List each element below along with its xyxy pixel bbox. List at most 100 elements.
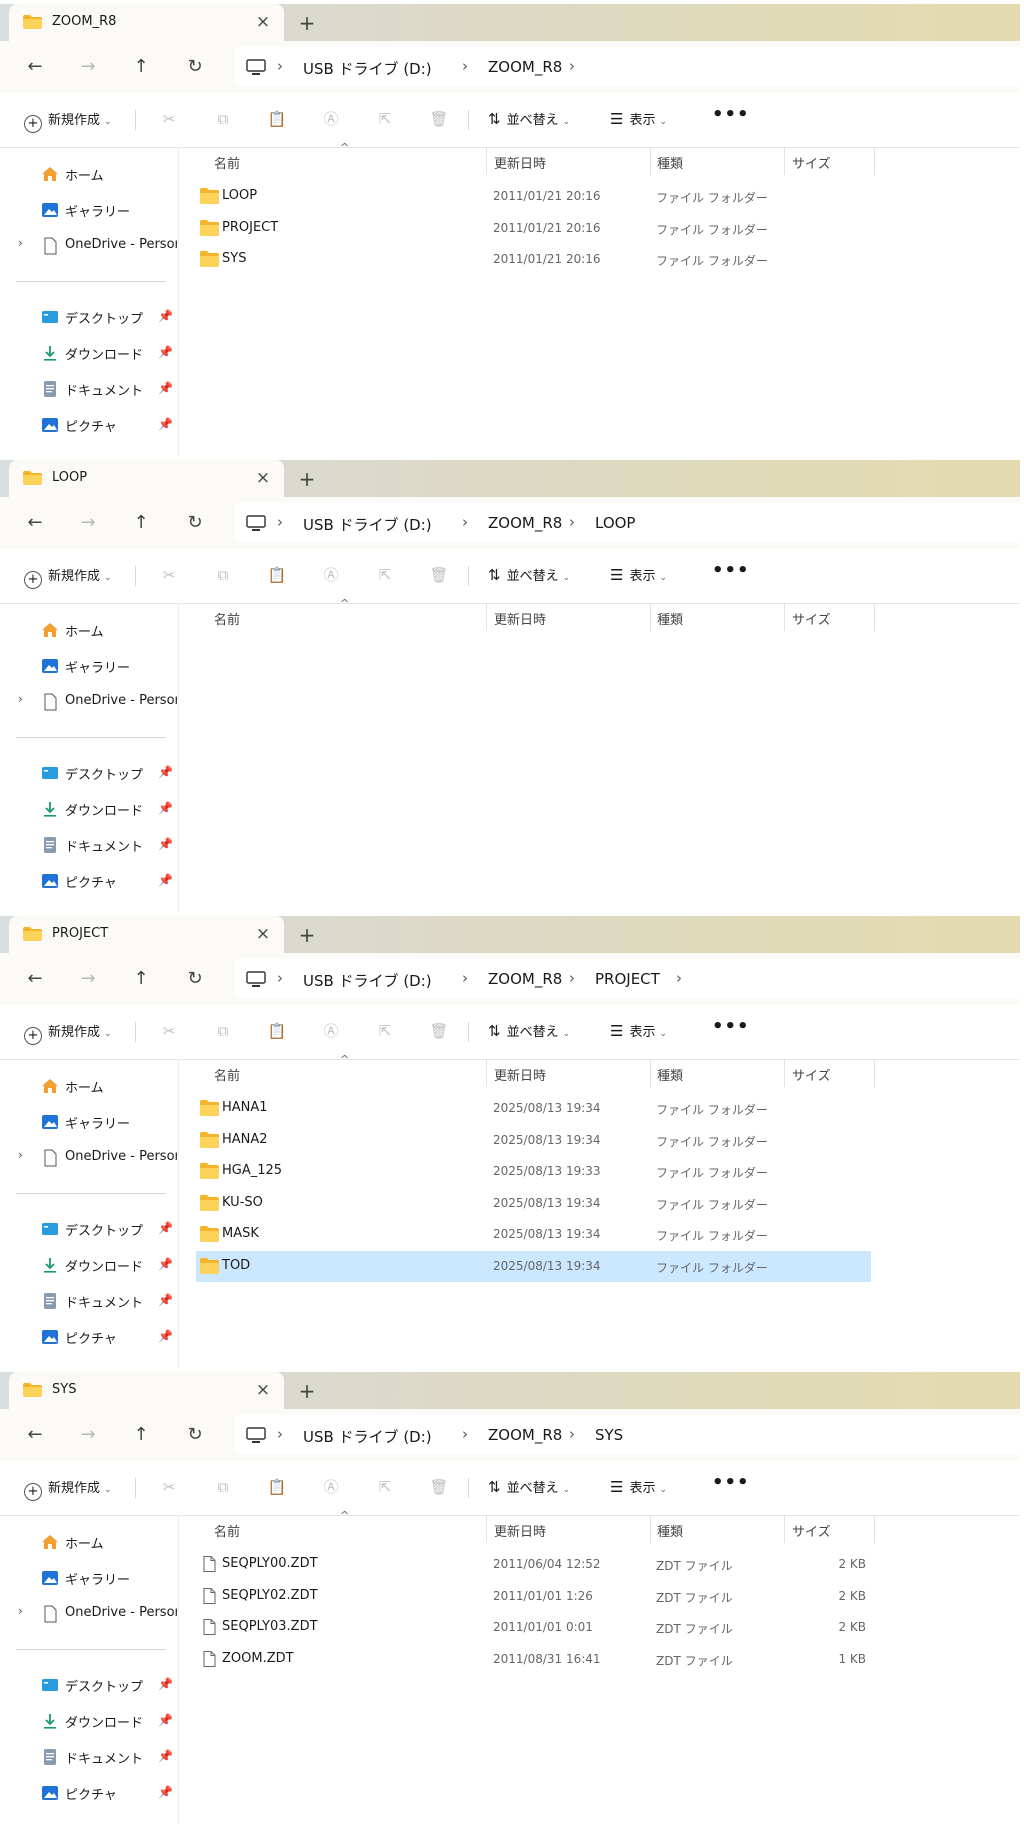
nav-item-desktop[interactable]: デスクトップ 📌 (0, 302, 178, 332)
delete-icon[interactable]: 🗑 (428, 1476, 450, 1498)
nav-item-pictures[interactable]: ピクチャ 📌 (0, 1322, 178, 1352)
new-tab-button[interactable]: + (295, 923, 319, 947)
new-tab-button[interactable]: + (295, 1379, 319, 1403)
column-divider[interactable] (486, 1059, 487, 1087)
pin-icon[interactable]: 📌 (158, 1329, 173, 1343)
cut-icon[interactable]: ✂ (158, 1020, 180, 1042)
new-button[interactable]: + 新規作成 ⌄ (24, 565, 112, 589)
pin-icon[interactable]: 📌 (158, 1677, 173, 1691)
chevron-right-icon[interactable]: › (462, 1425, 468, 1443)
copy-icon[interactable]: ⧉ (212, 564, 234, 586)
nav-item-home[interactable]: ホーム (0, 615, 178, 645)
pin-icon[interactable]: 📌 (158, 837, 173, 851)
pin-icon[interactable]: 📌 (158, 1257, 173, 1271)
nav-item-downloads[interactable]: ダウンロード 📌 (0, 794, 178, 824)
sort-button[interactable]: ⇅ 並べ替え ⌄ (488, 109, 570, 128)
tab-active[interactable]: SYS × (9, 1372, 284, 1409)
paste-icon[interactable]: 📋 (266, 108, 288, 130)
nav-item-documents[interactable]: ドキュメント 📌 (0, 1742, 178, 1772)
column-size[interactable]: サイズ (792, 153, 831, 172)
pin-icon[interactable]: 📌 (158, 417, 173, 431)
list-item[interactable]: SEQPLY03.ZDT 2011/01/01 0:01 ZDT ファイル 2 KB (196, 1612, 871, 1643)
back-arrow-icon[interactable]: ← (22, 54, 48, 80)
nav-item-documents[interactable]: ドキュメント 📌 (0, 1286, 178, 1316)
column-date[interactable]: 更新日時 (494, 153, 546, 172)
nav-item-desktop[interactable]: デスクトップ 📌 (0, 1214, 178, 1244)
back-arrow-icon[interactable]: ← (22, 1422, 48, 1448)
breadcrumb-item[interactable]: ZOOM_R8 (488, 970, 562, 988)
nav-item-pictures[interactable]: ピクチャ 📌 (0, 1778, 178, 1808)
list-item[interactable]: PROJECT 2011/01/21 20:16 ファイル フォルダー (196, 213, 871, 244)
forward-arrow-icon[interactable]: → (75, 1422, 101, 1448)
column-divider[interactable] (874, 1515, 875, 1543)
pin-icon[interactable]: 📌 (158, 381, 173, 395)
address-bar[interactable]: › USB ドライブ (D:) › ZOOM_R8 › LOOP (235, 503, 1020, 543)
list-item[interactable]: TOD 2025/08/13 19:34 ファイル フォルダー (196, 1250, 871, 1282)
breadcrumb-item[interactable]: USB ドライブ (D:) (303, 1426, 432, 1447)
pin-icon[interactable]: 📌 (158, 1293, 173, 1307)
column-name[interactable]: 名前 (214, 609, 240, 628)
view-button[interactable]: ☰ 表示 ⌄ (610, 1477, 667, 1496)
rename-icon[interactable]: Ⓐ (320, 1476, 342, 1498)
sort-button[interactable]: ⇅ 並べ替え ⌄ (488, 565, 570, 584)
address-bar[interactable]: › USB ドライブ (D:) › ZOOM_R8 › SYS (235, 1415, 1020, 1455)
close-icon[interactable]: × (252, 923, 274, 945)
column-type[interactable]: 種類 (657, 609, 683, 628)
pin-icon[interactable]: 📌 (158, 873, 173, 887)
chevron-right-icon[interactable]: › (18, 1604, 23, 1618)
tab-active[interactable]: LOOP × (9, 460, 284, 497)
breadcrumb-item[interactable]: ZOOM_R8 (488, 514, 562, 532)
more-options-icon[interactable]: ••• (712, 1016, 749, 1040)
nav-item-home[interactable]: ホーム (0, 1527, 178, 1557)
sort-button[interactable]: ⇅ 並べ替え ⌄ (488, 1477, 570, 1496)
copy-icon[interactable]: ⧉ (212, 1476, 234, 1498)
more-options-icon[interactable]: ••• (712, 1472, 749, 1496)
nav-item-gallery[interactable]: ギャラリー (0, 651, 178, 681)
share-icon[interactable]: ⇱ (374, 1476, 396, 1498)
copy-icon[interactable]: ⧉ (212, 108, 234, 130)
chevron-right-icon[interactable]: › (462, 57, 468, 75)
close-icon[interactable]: × (252, 467, 274, 489)
chevron-right-icon[interactable]: › (277, 1425, 283, 1443)
list-item[interactable]: KU-SO 2025/08/13 19:34 ファイル フォルダー (196, 1188, 871, 1219)
refresh-icon[interactable]: ↻ (182, 966, 208, 992)
nav-item-onedrive[interactable]: › OneDrive - Personal (0, 687, 178, 717)
pin-icon[interactable]: 📌 (158, 1785, 173, 1799)
column-divider[interactable] (874, 147, 875, 175)
column-divider[interactable] (486, 1515, 487, 1543)
chevron-right-icon[interactable]: › (18, 236, 23, 250)
column-size[interactable]: サイズ (792, 1065, 831, 1084)
breadcrumb-item[interactable]: USB ドライブ (D:) (303, 58, 432, 79)
list-item[interactable]: LOOP 2011/01/21 20:16 ファイル フォルダー (196, 181, 871, 212)
share-icon[interactable]: ⇱ (374, 564, 396, 586)
rename-icon[interactable]: Ⓐ (320, 1020, 342, 1042)
breadcrumb-item[interactable]: USB ドライブ (D:) (303, 970, 432, 991)
column-divider[interactable] (784, 603, 785, 631)
nav-item-gallery[interactable]: ギャラリー (0, 1563, 178, 1593)
column-size[interactable]: サイズ (792, 609, 831, 628)
column-date[interactable]: 更新日時 (494, 1521, 546, 1540)
list-item[interactable]: ZOOM.ZDT 2011/08/31 16:41 ZDT ファイル 1 KB (196, 1644, 871, 1675)
delete-icon[interactable]: 🗑 (428, 564, 450, 586)
address-bar[interactable]: › USB ドライブ (D:) › ZOOM_R8 › (235, 47, 1020, 87)
nav-item-desktop[interactable]: デスクトップ 📌 (0, 1670, 178, 1700)
share-icon[interactable]: ⇱ (374, 1020, 396, 1042)
list-item[interactable]: HGA_125 2025/08/13 19:33 ファイル フォルダー (196, 1156, 871, 1187)
column-divider[interactable] (874, 1059, 875, 1087)
refresh-icon[interactable]: ↻ (182, 510, 208, 536)
forward-arrow-icon[interactable]: → (75, 54, 101, 80)
new-tab-button[interactable]: + (295, 467, 319, 491)
more-options-icon[interactable]: ••• (712, 104, 749, 128)
chevron-right-icon[interactable]: › (277, 969, 283, 987)
cut-icon[interactable]: ✂ (158, 1476, 180, 1498)
nav-item-gallery[interactable]: ギャラリー (0, 1107, 178, 1137)
nav-item-downloads[interactable]: ダウンロード 📌 (0, 1250, 178, 1280)
cut-icon[interactable]: ✂ (158, 564, 180, 586)
nav-item-pictures[interactable]: ピクチャ 📌 (0, 410, 178, 440)
pane-splitter[interactable] (178, 1515, 179, 1824)
up-arrow-icon[interactable]: ↑ (128, 966, 154, 992)
list-item[interactable]: SEQPLY00.ZDT 2011/06/04 12:52 ZDT ファイル 2 KB (196, 1549, 871, 1580)
nav-item-onedrive[interactable]: › OneDrive - Personal (0, 1599, 178, 1629)
forward-arrow-icon[interactable]: → (75, 510, 101, 536)
copy-icon[interactable]: ⧉ (212, 1020, 234, 1042)
